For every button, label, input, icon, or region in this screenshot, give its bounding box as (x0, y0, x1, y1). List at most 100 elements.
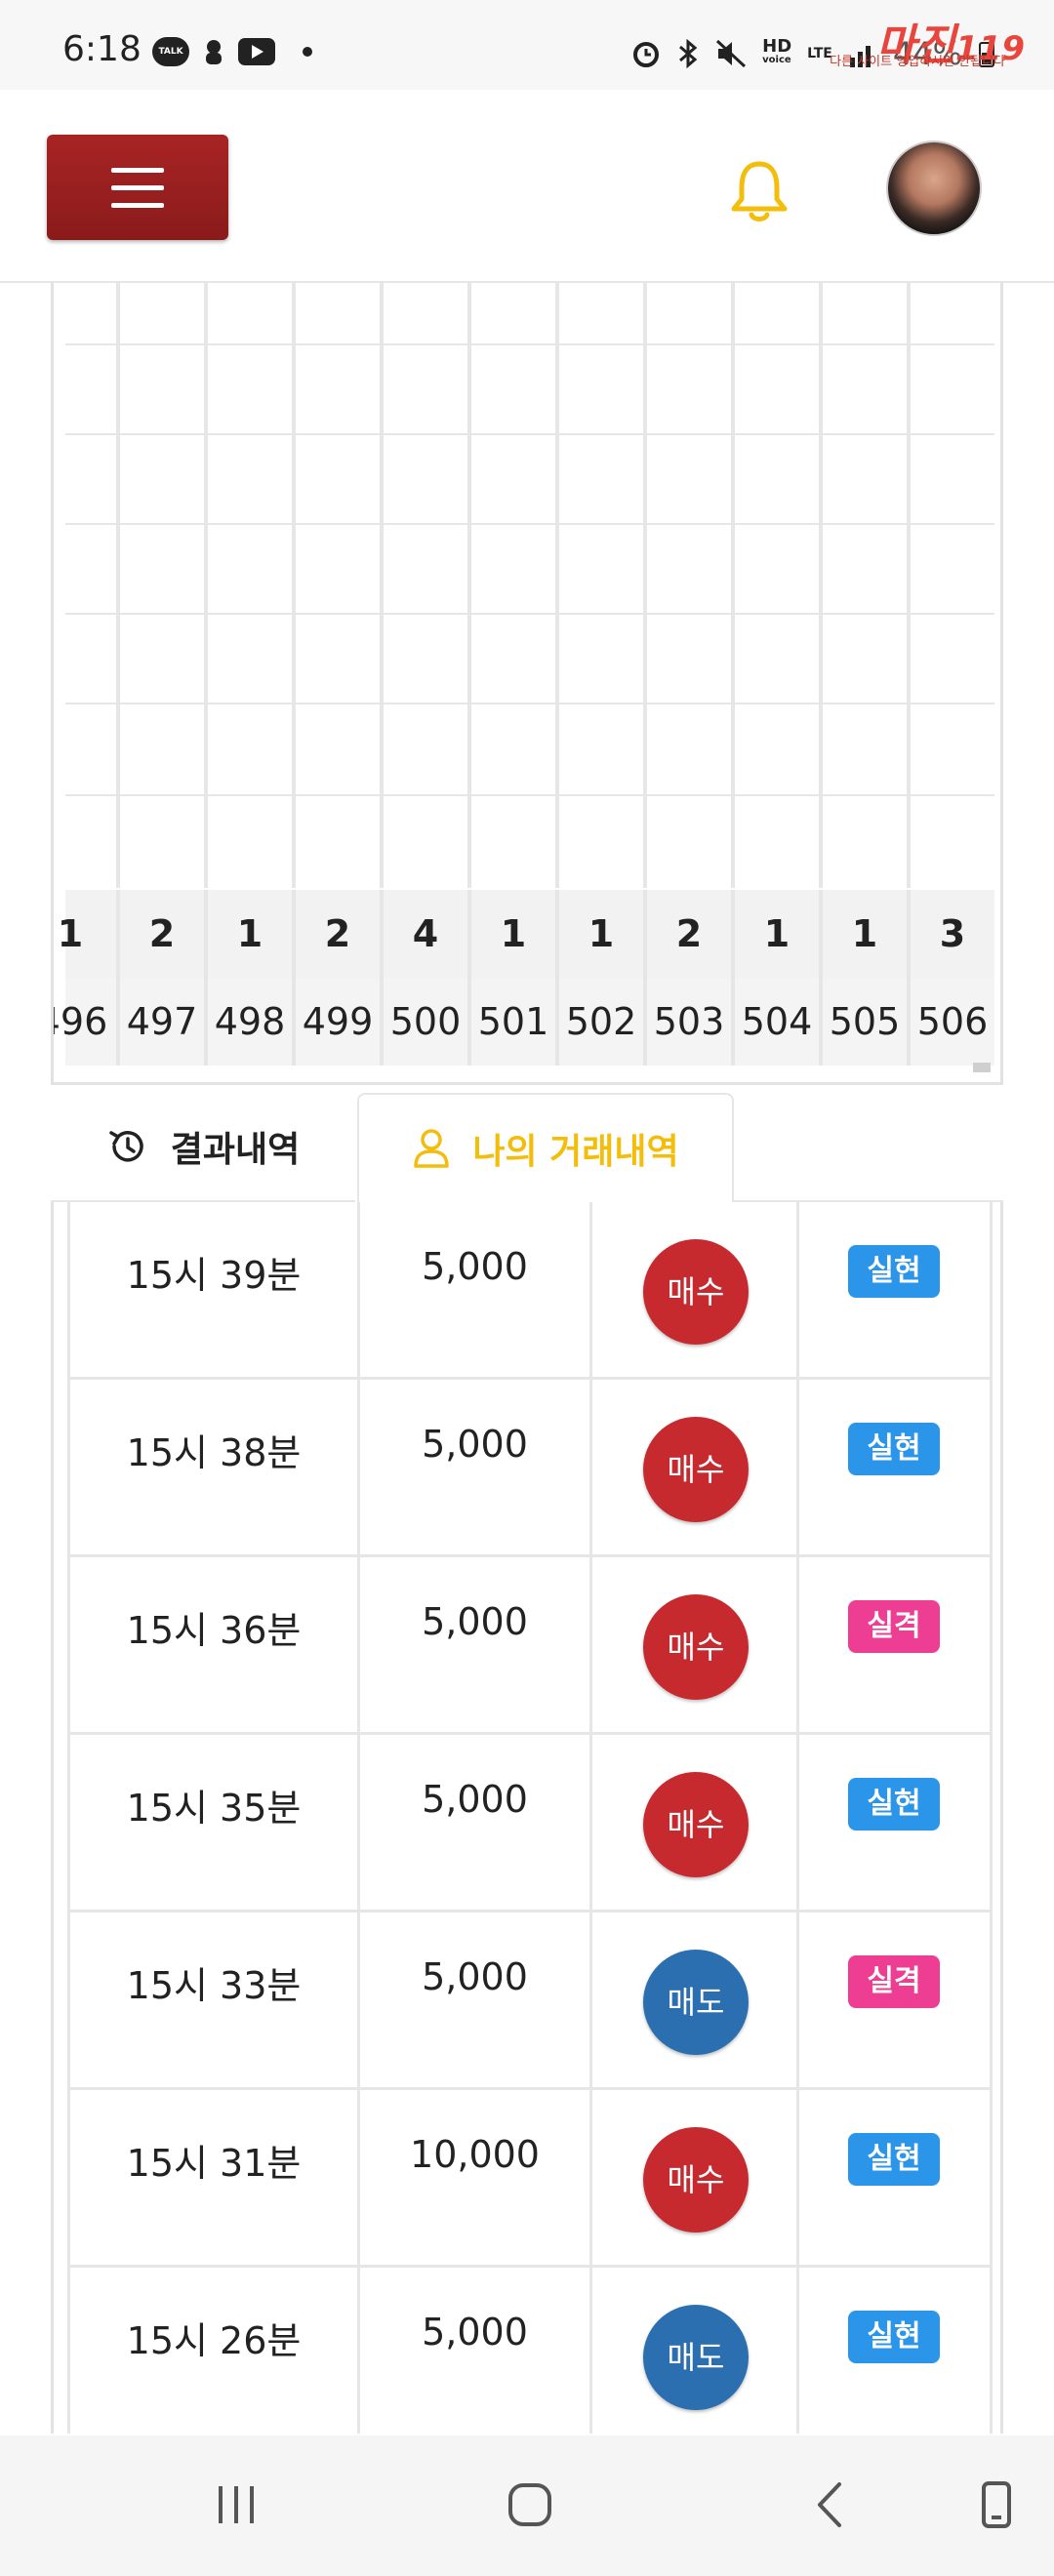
back-icon[interactable] (806, 2480, 855, 2529)
trade-time: 15시 33분 (67, 1912, 360, 2090)
tab-my-trades[interactable]: 나의 거래내역 (357, 1093, 734, 1202)
app-header (0, 90, 1054, 283)
trade-history-table: 15시 39분 5,000 매수 실현 15시 38분 5,000 매수 실현 … (51, 1202, 1003, 2434)
buy-badge: 매수 (643, 2127, 749, 2233)
trade-side-cell: 매수 (592, 1557, 799, 1735)
table-row: 15시 36분 5,000 매수 실격 (67, 1557, 993, 1735)
app-notification-icon (206, 40, 222, 64)
count-cell: 2 (148, 912, 176, 955)
trade-amount: 5,000 (360, 1735, 592, 1912)
round-number: 501 (477, 1000, 549, 1043)
sell-badge: 매도 (643, 1950, 749, 2055)
alarm-icon (633, 42, 660, 67)
watermark-subtext: 다른 사이트 영업하시면 안됩니다 (830, 55, 1005, 69)
round-number: 499 (302, 1000, 374, 1043)
grid-column-line (204, 890, 208, 1066)
rotate-screen-icon[interactable] (972, 2480, 1021, 2529)
result-grid: 1 2 1 2 4 1 1 2 1 1 3 496 497 498 499 50… (51, 283, 1003, 1085)
trade-status-cell: 실격 (799, 1912, 993, 2090)
count-cell: 1 (588, 912, 615, 955)
buy-badge: 매수 (643, 1772, 749, 1877)
round-number: 503 (653, 1000, 725, 1043)
bell-icon[interactable] (728, 158, 790, 224)
user-avatar[interactable] (886, 141, 982, 236)
count-cell: 1 (236, 912, 264, 955)
status-badge: 실현 (848, 2133, 940, 2186)
trade-time: 15시 31분 (67, 2090, 360, 2268)
trade-time: 15시 36분 (67, 1557, 360, 1735)
trade-status-cell: 실현 (799, 1380, 993, 1557)
table-row: 15시 33분 5,000 매도 실격 (67, 1912, 993, 2090)
round-number: 506 (916, 1000, 989, 1043)
status-badge: 실현 (848, 1423, 940, 1475)
count-cell: 1 (500, 912, 527, 955)
count-cell: 2 (675, 912, 703, 955)
round-number: 496 (54, 1000, 108, 1043)
table-row: 15시 35분 5,000 매수 실현 (67, 1735, 993, 1912)
hamburger-menu-icon (111, 168, 164, 173)
recent-apps-icon[interactable] (213, 2480, 262, 2529)
grid-column-line (819, 283, 823, 888)
trade-side-cell: 매도 (592, 2268, 799, 2434)
status-badge: 실격 (848, 1955, 940, 2008)
grid-row-line (65, 343, 994, 345)
grid-column-line (731, 890, 735, 1066)
user-icon (414, 1129, 450, 1168)
grid-column-line (204, 283, 208, 888)
home-icon[interactable] (506, 2480, 554, 2529)
grid-column-line (292, 890, 296, 1066)
trade-status-cell: 실현 (799, 1735, 993, 1912)
round-number: 504 (741, 1000, 813, 1043)
trade-status-cell: 실현 (799, 2090, 993, 2268)
count-cell: 3 (939, 912, 966, 955)
trade-side-cell: 매수 (592, 1202, 799, 1380)
grid-column-line (731, 283, 735, 888)
tab-my-trades-label: 나의 거래내역 (472, 1132, 679, 1172)
tab-result-label: 결과내역 (170, 1130, 301, 1170)
grid-column-line (467, 283, 471, 888)
round-number: 502 (565, 1000, 637, 1043)
bluetooth-icon (679, 38, 698, 69)
status-badge: 실현 (848, 1245, 940, 1298)
trade-side-cell: 매수 (592, 1735, 799, 1912)
grid-column-line (467, 890, 471, 1066)
grid-column-line (116, 283, 120, 888)
trade-status-cell: 실현 (799, 1202, 993, 1380)
grid-column-line (643, 283, 647, 888)
grid-row-line (65, 613, 994, 615)
notification-icons: TALK (152, 37, 312, 66)
table-row: 15시 26분 5,000 매도 실현 (67, 2268, 993, 2434)
grid-column-line (819, 890, 823, 1066)
trade-time: 15시 26분 (67, 2268, 360, 2434)
trade-amount: 10,000 (360, 2090, 592, 2268)
table-row: 15시 39분 5,000 매수 실현 (67, 1202, 993, 1380)
status-badge: 실현 (848, 2311, 940, 2363)
trade-amount: 5,000 (360, 1557, 592, 1735)
scroll-handle[interactable] (973, 1063, 991, 1072)
table-row: 15시 38분 5,000 매수 실현 (67, 1380, 993, 1557)
mute-icon (716, 39, 747, 68)
grid-column-line (907, 890, 911, 1066)
more-notifications-icon (303, 47, 312, 57)
grid-row-line (65, 794, 994, 796)
round-number: 500 (389, 1000, 462, 1043)
hamburger-menu-icon-line (111, 185, 164, 190)
grid-column-line (116, 890, 120, 1066)
grid-column-line (555, 283, 559, 888)
count-cell: 2 (324, 912, 351, 955)
grid-row-line (65, 703, 994, 704)
hd-voice-label: HD voice (762, 36, 792, 66)
status-badge: 실격 (848, 1600, 940, 1653)
round-number: 498 (214, 1000, 286, 1043)
round-number: 497 (126, 1000, 198, 1043)
kakaotalk-icon: TALK (152, 37, 189, 66)
system-nav-bar (0, 2435, 1054, 2576)
status-bar: 6:18 TALK HD voice LTE 44% 마진119 다른 사이트 영… (0, 0, 1054, 90)
trade-side-cell: 매수 (592, 1380, 799, 1557)
menu-button[interactable] (47, 135, 228, 240)
tab-result-history[interactable]: 결과내역 (51, 1093, 355, 1202)
buy-badge: 매수 (643, 1594, 749, 1700)
grid-column-line (907, 283, 911, 888)
trade-amount: 5,000 (360, 1380, 592, 1557)
history-tabs: 결과내역 나의 거래내역 (51, 1093, 1003, 1202)
